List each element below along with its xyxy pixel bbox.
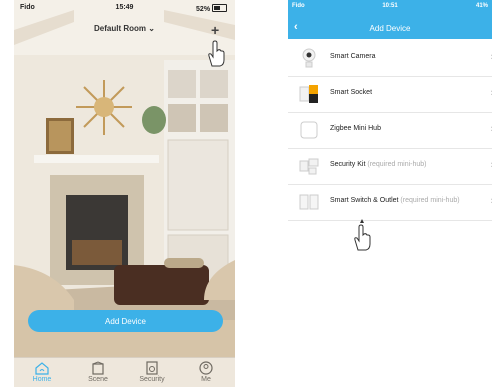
room-selector-label: Default Room: [94, 24, 147, 33]
me-icon: [199, 361, 213, 375]
switch-outlet-icon: [299, 194, 319, 210]
tab-bar: Home Scene Security Me: [14, 357, 235, 387]
room-selector[interactable]: Default Room ⌄: [14, 24, 235, 33]
battery-percent: 52%: [196, 6, 211, 13]
tab-scene[interactable]: Scene: [78, 358, 118, 383]
home-screen: Fido 15:49 52% Default Room ⌄ + Add Devi…: [14, 0, 235, 387]
add-device-plus-icon[interactable]: +: [211, 22, 219, 38]
security-kit-icon: [299, 158, 319, 175]
page-title: Add Device: [369, 24, 411, 33]
add-device-button[interactable]: Add Device: [28, 310, 223, 332]
tab-scene-label: Scene: [88, 376, 108, 383]
status-bar: Fido 15:49 52%: [14, 0, 235, 16]
add-device-screen: Fido 10:51 41% ‹ Add Device Smart Camera…: [288, 0, 492, 387]
tab-me-label: Me: [201, 376, 211, 383]
tab-home-label: Home: [32, 376, 52, 383]
tab-security[interactable]: Security: [132, 358, 172, 383]
list-item[interactable]: Security Kit (required mini-hub) ›: [288, 149, 492, 185]
device-name: Zigbee Mini Hub: [330, 125, 381, 132]
clock: 10:51: [382, 3, 398, 9]
security-icon: [146, 361, 158, 375]
list-item[interactable]: Smart Socket ›: [288, 77, 492, 113]
device-name: Security Kit (required mini-hub): [330, 161, 427, 168]
scene-icon: [92, 361, 104, 375]
tab-security-label: Security: [139, 376, 165, 383]
nav-header: Fido 10:51 41% ‹ Add Device: [288, 0, 492, 39]
device-name: Smart Socket: [330, 89, 373, 96]
list-item[interactable]: Zigbee Mini Hub ›: [288, 113, 492, 149]
list-item[interactable]: Smart Camera ›: [288, 41, 492, 77]
socket-icon: [299, 85, 318, 103]
device-name: Smart Switch & Outlet (required mini-hub…: [330, 197, 460, 204]
battery-indicator: 52%: [196, 4, 227, 13]
tab-me[interactable]: Me: [186, 358, 226, 383]
device-list: Smart Camera › Smart Socket › Zigbee Min…: [288, 41, 492, 221]
camera-icon: [302, 48, 316, 68]
list-item[interactable]: Smart Switch & Outlet (required mini-hub…: [288, 185, 492, 221]
tap-hand-icon: [354, 219, 371, 251]
home-icon: [35, 362, 49, 375]
tap-hand-icon: [208, 40, 225, 67]
battery-percent: 41%: [475, 3, 488, 9]
hub-icon: [300, 121, 318, 139]
device-name: Smart Camera: [330, 53, 376, 60]
chevron-down-icon: ⌄: [148, 24, 155, 33]
tab-home[interactable]: Home: [22, 358, 62, 383]
battery-icon: [212, 4, 227, 12]
